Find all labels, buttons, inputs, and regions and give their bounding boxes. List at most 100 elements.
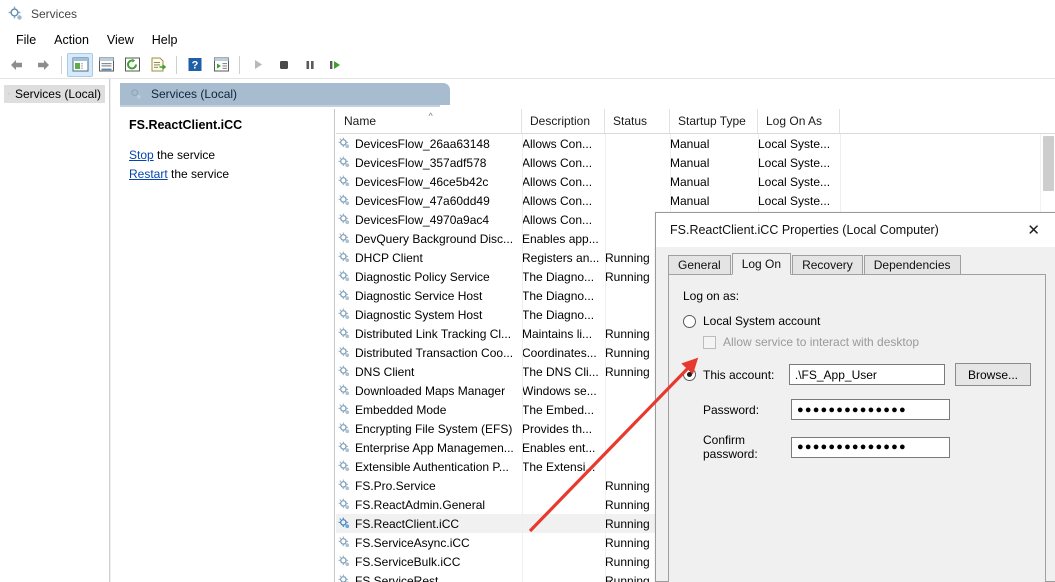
export-list-icon[interactable] xyxy=(145,53,171,77)
toolbar-separator-2 xyxy=(176,55,177,74)
menu-file[interactable]: File xyxy=(7,31,45,49)
forward-icon[interactable] xyxy=(30,53,56,77)
menu-help[interactable]: Help xyxy=(143,31,187,49)
table-row[interactable]: DevicesFlow_47a60dd49 Allows Con... Manual… xyxy=(336,191,1055,210)
cell-name: FS.ServiceRest xyxy=(336,574,522,582)
pause-service-icon[interactable] xyxy=(297,53,323,77)
service-name-text: Distributed Transaction Coo... xyxy=(355,345,514,360)
service-gear-icon xyxy=(338,308,350,320)
column-header-startup-type[interactable]: Startup Type xyxy=(670,109,758,133)
stop-service-row: Stop the service xyxy=(129,146,328,165)
show-hide-console-tree-icon[interactable] xyxy=(67,52,93,77)
refresh-icon[interactable] xyxy=(119,53,145,77)
properties-icon[interactable] xyxy=(93,53,119,77)
allow-interact-desktop-option: Allow service to interact with desktop xyxy=(703,335,1031,349)
this-account-radio[interactable] xyxy=(683,368,696,381)
cell-name: Enterprise App Managemen... xyxy=(336,441,522,455)
table-row[interactable]: DevicesFlow_46ce5b42c Allows Con... Manual… xyxy=(336,172,1055,191)
cell-name: Embedded Mode xyxy=(336,403,522,417)
cell-name: DevicesFlow_47a60dd49 xyxy=(336,194,522,208)
service-gear-icon xyxy=(338,574,349,582)
banner-underline xyxy=(120,105,440,107)
cell-startup-type: Manual xyxy=(670,174,710,189)
cell-description: Enables ent... xyxy=(522,440,596,455)
service-gear-icon xyxy=(338,422,350,434)
back-icon[interactable] xyxy=(4,53,30,77)
cell-name: FS.ReactAdmin.General xyxy=(336,498,522,512)
service-name-text: Enterprise App Managemen... xyxy=(355,440,514,455)
service-gear-icon xyxy=(338,251,350,263)
start-service-icon[interactable] xyxy=(245,53,271,77)
service-name-text: Encrypting File System (EFS) xyxy=(355,421,513,436)
cell-name: Diagnostic Policy Service xyxy=(336,270,522,284)
restart-service-link[interactable]: Restart xyxy=(129,167,168,181)
cell-log-on-as: Local Syste... xyxy=(758,155,831,170)
cell-name: FS.ServiceAsync.iCC xyxy=(336,536,522,550)
local-system-account-option[interactable]: Local System account xyxy=(683,314,1031,328)
service-name-text: Diagnostic Policy Service xyxy=(355,269,490,284)
show-action-pane-icon[interactable] xyxy=(208,53,234,77)
tab-general[interactable]: General xyxy=(668,255,731,274)
tab-dependencies[interactable]: Dependencies xyxy=(863,255,961,274)
dialog-title-bar: FS.ReactClient.iCC Properties (Local Com… xyxy=(656,213,1055,247)
column-header-name[interactable]: Name ^ xyxy=(336,109,522,133)
detail-service-name: FS.ReactClient.iCC xyxy=(129,118,243,132)
console-tree-pane: Services (Local) xyxy=(0,79,110,582)
help-icon[interactable]: ? xyxy=(182,53,208,77)
tab-recovery[interactable]: Recovery xyxy=(792,255,863,274)
service-gear-icon xyxy=(338,175,350,187)
cell-name: Encrypting File System (EFS) xyxy=(336,422,522,436)
list-scrollbar-thumb[interactable] xyxy=(1043,136,1054,191)
sort-ascending-icon: ^ xyxy=(428,111,433,121)
column-header-log-on-as[interactable]: Log On As xyxy=(758,109,840,133)
confirm-password-input[interactable]: ●●●●●●●●●●●●●● xyxy=(791,436,950,458)
this-account-option[interactable]: This account: xyxy=(683,368,789,382)
service-gear-icon xyxy=(338,384,350,396)
cell-name: DevicesFlow_46ce5b42c xyxy=(336,175,522,189)
stop-service-icon[interactable] xyxy=(271,53,297,77)
restart-service-icon[interactable] xyxy=(323,53,349,77)
cell-description: The Diagno... xyxy=(522,269,595,284)
cell-description: Allows Con... xyxy=(522,212,593,227)
password-row: Password: ●●●●●●●●●●●●●● xyxy=(683,399,1031,420)
password-input[interactable]: ●●●●●●●●●●●●●● xyxy=(791,399,950,420)
cell-name: DevQuery Background Disc... xyxy=(336,232,522,246)
menu-view[interactable]: View xyxy=(98,31,143,49)
toolbar-separator xyxy=(61,55,62,74)
cell-description: Allows Con... xyxy=(522,174,593,189)
cell-name: Diagnostic Service Host xyxy=(336,289,522,303)
cell-startup-type: Manual xyxy=(670,193,710,208)
cell-name: Diagnostic System Host xyxy=(336,308,522,322)
cell-description: Allows Con... xyxy=(522,155,593,170)
menu-action[interactable]: Action xyxy=(45,31,98,49)
service-detail-pane: FS.ReactClient.iCC Stop the service Rest… xyxy=(120,109,335,582)
browse-button[interactable]: Browse... xyxy=(955,363,1031,386)
cell-description: The Extensi... xyxy=(522,459,596,474)
local-system-account-label: Local System account xyxy=(703,314,821,328)
table-row[interactable]: DevicesFlow_26aa63148 Allows Con... Manual… xyxy=(336,134,1055,153)
close-icon[interactable]: ✕ xyxy=(1017,221,1050,240)
dialog-title: FS.ReactClient.iCC Properties (Local Com… xyxy=(670,223,939,237)
dialog-tabstrip: General Log On Recovery Dependencies xyxy=(668,253,1046,275)
column-header-status[interactable]: Status xyxy=(605,109,670,133)
service-name-text: Diagnostic System Host xyxy=(355,307,483,322)
cell-name: DevicesFlow_26aa63148 xyxy=(336,137,522,151)
cell-description: The Diagno... xyxy=(522,288,595,303)
window-title: Services xyxy=(31,7,78,21)
confirm-password-row: Confirm password: ●●●●●●●●●●●●●● xyxy=(683,433,1031,461)
allow-interact-desktop-label: Allow service to interact with desktop xyxy=(723,335,920,349)
sidebar-item-services-local[interactable]: Services (Local) xyxy=(4,85,105,103)
column-header-description[interactable]: Description xyxy=(522,109,605,133)
stop-service-link[interactable]: Stop xyxy=(129,148,154,162)
tab-log-on[interactable]: Log On xyxy=(731,253,792,275)
cell-log-on-as: Local Syste... xyxy=(758,174,831,189)
local-system-account-radio[interactable] xyxy=(683,314,696,328)
confirm-password-label: Confirm password: xyxy=(703,433,758,461)
log-on-tab-panel: Log on as: Local System account Allow se… xyxy=(668,275,1046,582)
service-gear-icon xyxy=(338,232,350,244)
this-account-input[interactable]: .\FS_App_User xyxy=(788,364,945,385)
table-row[interactable]: DevicesFlow_357adf578 Allows Con... Manual… xyxy=(336,153,1055,172)
list-header-row: Name ^ Description Status Startup Type L… xyxy=(336,109,1055,134)
this-account-row: This account: .\FS_App_User Browse... xyxy=(683,363,1031,386)
services-gear-icon xyxy=(131,89,141,99)
